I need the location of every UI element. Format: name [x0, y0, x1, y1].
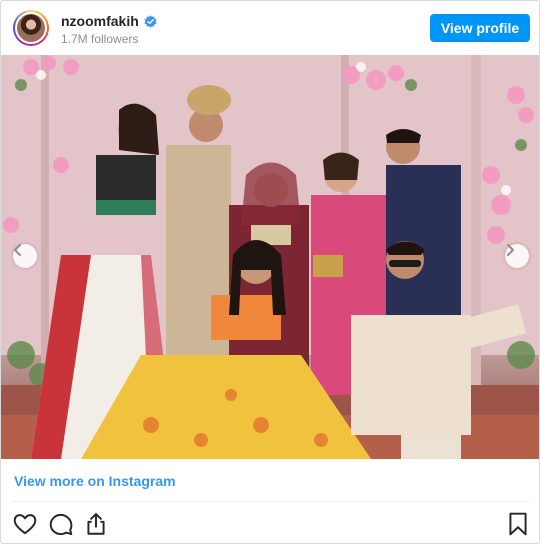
view-more-link[interactable]: View more on Instagram — [14, 473, 176, 489]
wedding-group-photo-icon — [1, 55, 539, 459]
post-photo[interactable] — [1, 55, 539, 459]
verified-badge-icon — [144, 14, 157, 28]
divider — [13, 501, 529, 502]
share-icon — [87, 513, 105, 535]
post-header: nzoomfakih 1.7M followers View profile — [1, 1, 539, 55]
follower-count: 1.7M followers — [61, 32, 139, 46]
avatar[interactable] — [13, 10, 49, 46]
like-button[interactable] — [12, 511, 38, 537]
comment-button[interactable] — [48, 511, 74, 537]
save-button[interactable] — [507, 511, 533, 537]
carousel-next-button[interactable] — [505, 244, 529, 268]
bookmark-icon — [509, 512, 527, 536]
action-bar — [1, 509, 539, 539]
comment-icon — [49, 513, 73, 536]
share-button[interactable] — [83, 511, 109, 537]
username-row: nzoomfakih — [61, 13, 157, 29]
carousel-prev-button[interactable] — [13, 244, 37, 268]
heart-icon — [13, 514, 37, 535]
username-link[interactable]: nzoomfakih — [61, 13, 139, 29]
chevron-left-icon — [14, 244, 21, 256]
instagram-embed-card: nzoomfakih 1.7M followers View profile V… — [0, 0, 540, 544]
view-profile-button[interactable]: View profile — [430, 14, 530, 42]
chevron-right-icon — [507, 244, 514, 256]
avatar-image — [15, 12, 47, 44]
